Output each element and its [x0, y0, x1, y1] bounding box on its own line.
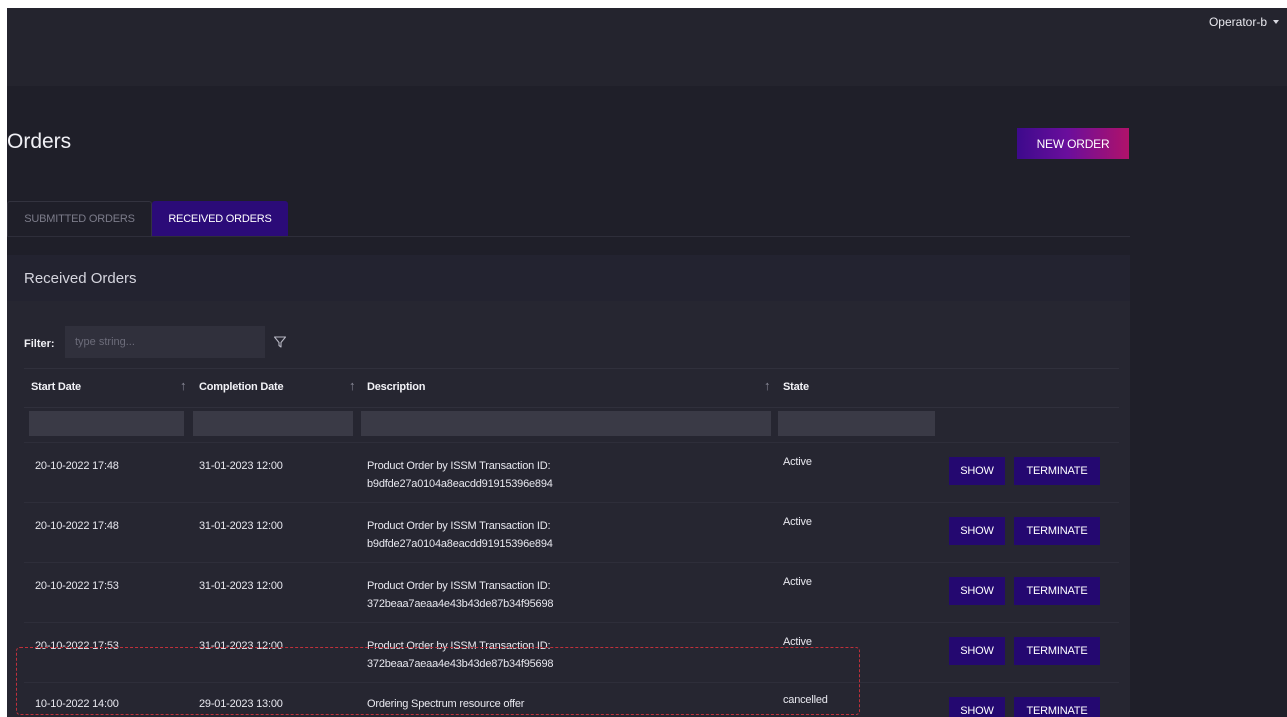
sort-arrow-icon[interactable]: ↑	[349, 378, 356, 393]
terminate-button[interactable]: TERMINATE	[1014, 697, 1100, 717]
start-date-cell: 20-10-2022 17:53	[35, 580, 119, 592]
orders-panel: Filter: Start Date ↑ Completion Date ↑ D…	[7, 301, 1130, 717]
state-cell: cancelled	[783, 694, 828, 706]
order-tabs: SUBMITTED ORDERS RECEIVED ORDERS	[7, 201, 1130, 237]
terminate-button[interactable]: TERMINATE	[1014, 457, 1100, 485]
terminate-button[interactable]: TERMINATE	[1014, 577, 1100, 605]
start-date-cell: 10-10-2022 14:00	[35, 698, 119, 710]
table-row: 20-10-2022 17:53 31-01-2023 12:00 Produc…	[24, 622, 1119, 683]
user-name: Operator-b	[1208, 15, 1267, 29]
description-column-filter[interactable]	[361, 411, 771, 436]
completion-date-column-filter[interactable]	[193, 411, 353, 436]
user-menu[interactable]: Operator-b	[1209, 15, 1279, 29]
state-cell: Active	[783, 576, 812, 588]
table-row: 20-10-2022 17:53 31-01-2023 12:00 Produc…	[24, 562, 1119, 623]
start-date-column-filter[interactable]	[29, 411, 184, 436]
completion-date-cell: 31-01-2023 12:00	[199, 640, 283, 652]
table-row: 20-10-2022 17:48 31-01-2023 12:00 Produc…	[24, 442, 1119, 503]
tab-submitted-orders[interactable]: SUBMITTED ORDERS	[7, 201, 152, 236]
description-line1: Product Order by ISSM Transaction ID:	[367, 580, 551, 592]
column-header-start-date[interactable]: Start Date	[31, 381, 81, 393]
top-bar: Operator-b	[7, 8, 1287, 86]
filter-label: Filter:	[24, 338, 55, 350]
new-order-button[interactable]: NEW ORDER	[1017, 128, 1129, 159]
show-button[interactable]: SHOW	[949, 637, 1005, 665]
description-line1: Product Order by ISSM Transaction ID:	[367, 520, 551, 532]
show-button[interactable]: SHOW	[949, 457, 1005, 485]
description-line2: b9dfde27a0104a8eacdd91915396e894	[367, 478, 553, 490]
state-cell: Active	[783, 456, 812, 468]
tab-received-orders[interactable]: RECEIVED ORDERS	[152, 201, 288, 236]
completion-date-cell: 31-01-2023 12:00	[199, 580, 283, 592]
start-date-cell: 20-10-2022 17:53	[35, 640, 119, 652]
start-date-cell: 20-10-2022 17:48	[35, 520, 119, 532]
table-row: 20-10-2022 17:48 31-01-2023 12:00 Produc…	[24, 502, 1119, 563]
state-cell: Active	[783, 636, 812, 648]
state-column-filter[interactable]	[778, 411, 935, 436]
column-header-completion-date[interactable]: Completion Date	[199, 381, 284, 393]
description-line1: Ordering Spectrum resource offer	[367, 698, 525, 710]
description-line2: 372beaa7aeaa4e43b43de87b34f95698	[367, 658, 554, 670]
description-line2: b9dfde27a0104a8eacdd91915396e894	[367, 538, 553, 550]
chevron-down-icon	[1273, 20, 1279, 24]
panel-title: Received Orders	[24, 270, 137, 287]
panel-header: Received Orders	[7, 255, 1130, 301]
column-header-state[interactable]: State	[783, 381, 809, 393]
description-line1: Product Order by ISSM Transaction ID:	[367, 640, 551, 652]
sort-arrow-icon[interactable]: ↑	[764, 378, 771, 393]
column-header-description[interactable]: Description	[367, 381, 426, 393]
show-button[interactable]: SHOW	[949, 577, 1005, 605]
table-row: 10-10-2022 14:00 29-01-2023 13:00 Orderi…	[24, 682, 1119, 717]
terminate-button[interactable]: TERMINATE	[1014, 517, 1100, 545]
completion-date-cell: 31-01-2023 12:00	[199, 520, 283, 532]
description-line2: 372beaa7aeaa4e43b43de87b34f95698	[367, 598, 554, 610]
state-cell: Active	[783, 516, 812, 528]
start-date-cell: 20-10-2022 17:48	[35, 460, 119, 472]
filter-icon[interactable]	[273, 335, 287, 349]
description-line1: Product Order by ISSM Transaction ID:	[367, 460, 551, 472]
sort-arrow-icon[interactable]: ↑	[180, 378, 187, 393]
completion-date-cell: 29-01-2023 13:00	[199, 698, 283, 710]
app-window: Operator-b Orders NEW ORDER SUBMITTED OR…	[7, 8, 1287, 717]
terminate-button[interactable]: TERMINATE	[1014, 637, 1100, 665]
show-button[interactable]: SHOW	[949, 517, 1005, 545]
completion-date-cell: 31-01-2023 12:00	[199, 460, 283, 472]
page-title: Orders	[7, 130, 72, 153]
filter-input[interactable]	[65, 326, 265, 358]
show-button[interactable]: SHOW	[949, 697, 1005, 717]
table-header: Start Date ↑ Completion Date ↑ Descripti…	[24, 368, 1119, 408]
